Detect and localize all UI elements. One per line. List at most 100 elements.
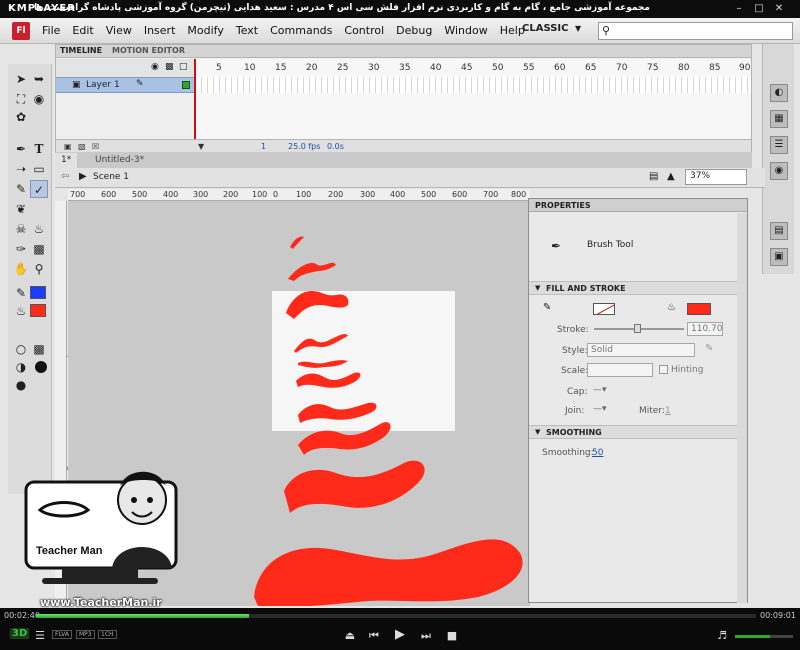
hinting-checkbox[interactable] [659, 365, 668, 374]
collapse-icon[interactable]: ▼ [535, 284, 540, 292]
zoom-tool-icon[interactable]: ⚲ [30, 260, 48, 278]
menu-debug[interactable]: Debug [390, 24, 438, 37]
delete-layer-icon[interactable]: ☒ [92, 142, 99, 151]
frame-row[interactable] [196, 77, 751, 93]
deco-tool-icon[interactable]: ❦ [12, 200, 30, 218]
ruler-label: 100 [252, 190, 268, 199]
cap-select[interactable]: —▾ [593, 385, 607, 395]
lasso-tool-icon[interactable]: ✿ [12, 108, 30, 126]
menu-modify[interactable]: Modify [181, 24, 229, 37]
new-folder-icon[interactable]: ▧ [78, 142, 86, 151]
hand-tool-icon[interactable]: ✋ [12, 260, 30, 278]
layer-color-icon[interactable] [182, 81, 190, 89]
eject-icon[interactable]: ⏏ [342, 629, 358, 642]
menu-insert[interactable]: Insert [138, 24, 182, 37]
brush-size-icon[interactable] [35, 361, 47, 373]
eyedropper-tool-icon[interactable]: ✑ [12, 240, 30, 258]
components-panel-icon[interactable]: ▣ [770, 248, 788, 266]
join-select[interactable]: —▾ [593, 404, 607, 414]
selection-tool-icon[interactable]: ➤ [12, 70, 30, 88]
smoothing-section[interactable]: ▼ SMOOTHING [529, 425, 747, 439]
tab-document-untitled[interactable]: Untitled-3* [89, 153, 150, 168]
color-panel-icon[interactable]: ◐ [770, 84, 788, 102]
subselection-tool-icon[interactable]: ➥ [30, 70, 48, 88]
pen-tool-icon[interactable]: ✒ [12, 140, 30, 158]
text-tool-icon[interactable]: T [30, 140, 48, 158]
collapse-icon[interactable]: ▼ [535, 428, 540, 436]
align-panel-icon[interactable]: ▦ [770, 110, 788, 128]
center-frame-icon[interactable]: ▼ [198, 142, 204, 151]
seek-bar[interactable] [36, 614, 756, 618]
properties-scrollbar[interactable] [737, 213, 747, 603]
stroke-label: Stroke: [557, 325, 589, 335]
frame-number: 30 [368, 63, 380, 73]
object-drawing-icon[interactable]: ○ [12, 340, 30, 358]
lock-icon[interactable]: ▩ [165, 62, 174, 72]
menu-text[interactable]: Text [230, 24, 264, 37]
stroke-color-chip[interactable] [593, 303, 615, 315]
frame-rate[interactable]: 25.0 fps [288, 142, 320, 151]
menu-icon[interactable]: ☰ [32, 629, 48, 642]
fill-color-swatch[interactable] [30, 304, 46, 317]
library-panel-icon[interactable]: ▤ [770, 222, 788, 240]
menu-commands[interactable]: Commands [264, 24, 338, 37]
3d-mode-button[interactable]: 3D [10, 628, 30, 639]
tab-motion-editor[interactable]: MOTION EDITOR [112, 46, 185, 55]
smoothing-value[interactable]: 50 [592, 448, 603, 458]
zoom-select[interactable]: 37% [685, 169, 747, 185]
free-transform-tool-icon[interactable]: ⛶ [12, 90, 30, 108]
miter-value[interactable]: 1 [665, 406, 671, 416]
stroke-color-swatch[interactable] [30, 286, 46, 299]
brush-tool-icon[interactable]: ✓ [30, 180, 48, 198]
brush-shape-icon[interactable]: ● [12, 376, 30, 394]
menu-control[interactable]: Control [338, 24, 390, 37]
search-input[interactable] [615, 24, 790, 38]
player-window-title: مجموعه آموزشی جامع ، گام به گام و کاربرد… [34, 3, 650, 13]
paint-bucket-tool-icon[interactable]: ♨ [30, 220, 48, 238]
transform-panel-icon[interactable]: ◉ [770, 162, 788, 180]
play-icon[interactable]: ▶ [392, 627, 408, 642]
menu-window[interactable]: Window [438, 24, 493, 37]
speaker-icon[interactable]: ♬ [714, 629, 730, 642]
info-panel-icon[interactable]: ☰ [770, 136, 788, 154]
tab-document-1[interactable]: 1* [55, 153, 78, 168]
stroke-slider[interactable] [594, 324, 684, 333]
playhead[interactable] [194, 59, 196, 139]
close-icon[interactable]: ✕ [772, 2, 786, 16]
scale-select[interactable] [587, 363, 653, 377]
rectangle-tool-icon[interactable]: ▭ [30, 160, 48, 178]
chevron-down-icon[interactable]: ▼ [575, 24, 581, 33]
3d-rotation-tool-icon[interactable]: ◉ [30, 90, 48, 108]
style-select[interactable]: Solid [587, 343, 695, 357]
stroke-width-field[interactable]: 110.70 [687, 322, 723, 336]
menu-file[interactable]: File [36, 24, 66, 37]
brush-mode-icon[interactable]: ◑ [12, 358, 30, 376]
eye-icon[interactable]: ◉ [151, 62, 159, 72]
minimize-icon[interactable]: – [732, 2, 746, 16]
edit-scene-icon[interactable]: ▤ [649, 171, 658, 182]
workspace-switcher[interactable]: CLASSIC [522, 23, 582, 39]
edit-symbol-icon[interactable]: ▲ [667, 171, 675, 182]
maximize-icon[interactable]: □ [752, 2, 766, 16]
pencil-tool-icon[interactable]: ✎ [12, 180, 30, 198]
menu-view[interactable]: View [100, 24, 138, 37]
back-arrow-icon[interactable]: ⇦ [61, 171, 69, 182]
outline-icon[interactable]: □ [179, 62, 188, 72]
bone-tool-icon[interactable]: ☠ [12, 220, 30, 238]
slider-knob[interactable] [634, 324, 641, 333]
tab-timeline[interactable]: TIMELINE [60, 46, 102, 55]
previous-icon[interactable]: ⏮ [366, 629, 382, 643]
fill-and-stroke-section[interactable]: ▼ FILL AND STROKE [529, 281, 747, 295]
fill-color-chip[interactable] [687, 303, 711, 315]
edit-style-icon[interactable]: ✎ [705, 343, 713, 354]
layer-row[interactable]: ▣ Layer 1 ✎ [56, 77, 194, 93]
stop-icon[interactable]: ■ [444, 629, 460, 642]
help-search[interactable]: ⚲ [598, 22, 793, 40]
volume-slider[interactable] [735, 635, 793, 638]
next-icon[interactable]: ⏭ [418, 629, 434, 643]
menu-edit[interactable]: Edit [66, 24, 99, 37]
eraser-tool-icon[interactable]: ▩ [30, 240, 48, 258]
new-layer-icon[interactable]: ▣ [64, 142, 72, 151]
lock-fill-icon[interactable]: ▩ [30, 340, 48, 358]
line-tool-icon[interactable]: ➝ [12, 160, 30, 178]
